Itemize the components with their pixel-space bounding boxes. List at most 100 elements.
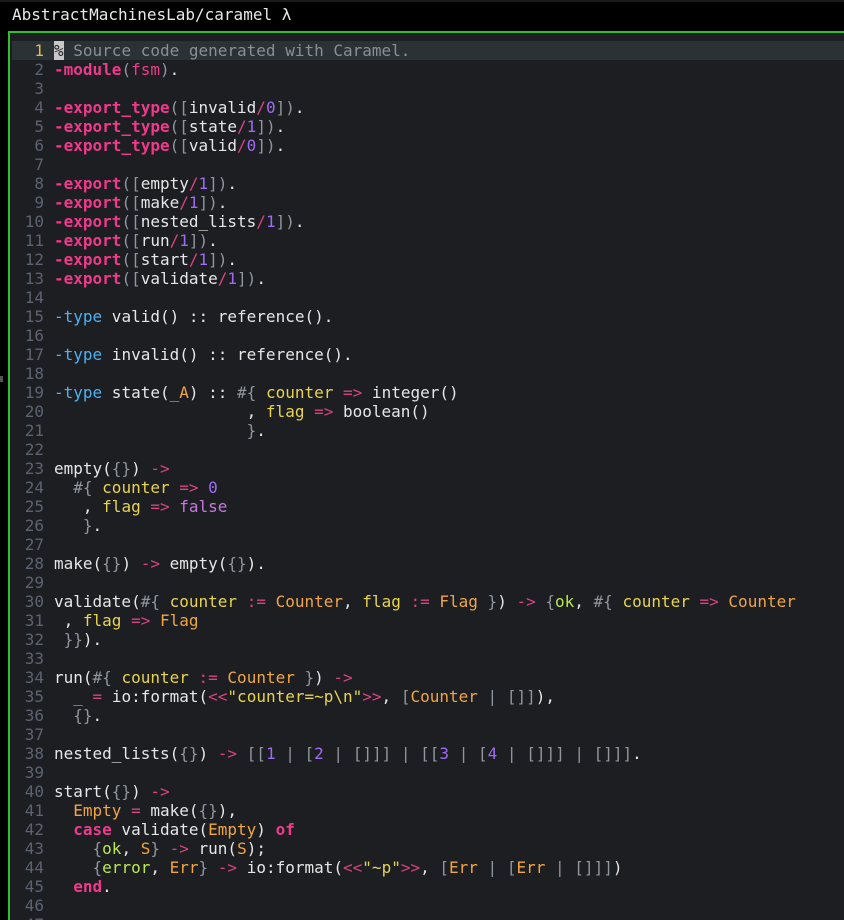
code-token: => — [699, 592, 719, 611]
code-token: case — [73, 820, 112, 839]
line-number: 46 — [24, 896, 44, 915]
code-line[interactable]: 29 — [12, 573, 844, 592]
code-token: . — [294, 98, 305, 117]
editor-pane[interactable]: 1% Source code generated with Caramel. 2-… — [8, 31, 844, 920]
code-line[interactable]: 31 , flag => Flag — [12, 611, 844, 630]
code-token: -> — [333, 668, 353, 687]
code-token: << — [208, 687, 228, 706]
code-token: / — [179, 193, 189, 212]
code-token: -export — [54, 174, 122, 193]
code-line[interactable]: 39 — [12, 763, 844, 782]
code-line[interactable]: 3 — [12, 79, 844, 98]
code-token: _A — [169, 383, 189, 402]
code-line[interactable]: 6 -export_type([valid/0]). — [12, 136, 844, 155]
code-line[interactable]: 35 _ = io:format(<<"counter=~p\n">>, [Co… — [12, 687, 844, 706]
code-line[interactable]: 36 {}. — [12, 706, 844, 725]
code-line[interactable]: 40 start({}) -> — [12, 782, 844, 801]
code-line[interactable]: 28 make({}) -> empty({}). — [12, 554, 844, 573]
code-line[interactable]: 23 empty({}) -> — [12, 459, 844, 478]
code-token: ]) — [256, 136, 276, 155]
code-editor[interactable]: 1% Source code generated with Caramel. 2-… — [12, 41, 844, 920]
code-line[interactable]: 42 case validate(Empty) of — [12, 820, 844, 839]
code-line[interactable]: 10 -export([nested_lists/1]). — [12, 212, 844, 231]
code-token: . — [217, 193, 228, 212]
code-line[interactable]: 46 — [12, 896, 844, 915]
code-line[interactable]: 12 -export([start/1]). — [12, 250, 844, 269]
code-token: 0 — [208, 478, 218, 497]
line-code: -export([start/1]). — [54, 250, 237, 269]
code-line[interactable]: 41 Empty = make({}), — [12, 801, 844, 820]
code-line[interactable]: 27 — [12, 535, 844, 554]
code-line[interactable]: 33 — [12, 649, 844, 668]
code-token: -> — [516, 592, 536, 611]
code-token: , — [574, 592, 594, 611]
code-line[interactable]: 47 — [12, 915, 844, 920]
code-line[interactable]: 45 end. — [12, 877, 844, 896]
line-number: 24 — [24, 478, 44, 497]
code-token: 3 — [439, 744, 450, 763]
code-line[interactable]: 13 -export([validate/1]). — [12, 269, 844, 288]
line-code: , flag => boolean() — [54, 402, 430, 421]
code-line[interactable]: 21 }. — [12, 421, 844, 440]
code-token: / — [237, 136, 247, 155]
line-code: % Source code generated with Caramel. — [54, 41, 410, 60]
code-line[interactable]: 9 -export([make/1]). — [12, 193, 844, 212]
code-line[interactable]: 22 — [12, 440, 844, 459]
code-token: [ — [400, 687, 411, 706]
code-token: counter — [169, 592, 238, 611]
code-line[interactable]: 44 {error, Err} -> io:format(<<"~p">>, [… — [12, 858, 844, 877]
code-token: invalid() :: reference(). — [102, 345, 353, 364]
code-line[interactable]: 30 validate(#{ counter := Counter, flag :… — [12, 592, 844, 611]
code-line[interactable]: 18 — [12, 364, 844, 383]
code-token: , — [420, 858, 440, 877]
code-line[interactable]: 43 {ok, S} -> run(S); — [12, 839, 844, 858]
code-token: validate( — [111, 820, 209, 839]
line-number: 9 — [34, 193, 44, 212]
code-token: | — [574, 744, 584, 763]
line-number: 12 — [24, 250, 44, 269]
code-line[interactable]: 24 #{ counter => 0 — [12, 478, 844, 497]
code-line[interactable]: 19 -type state(_A) :: #{ counter => integ… — [12, 383, 844, 402]
code-line[interactable]: 5 -export_type([state/1]). — [12, 117, 844, 136]
code-line[interactable]: 17 -type invalid() :: reference(). — [12, 345, 844, 364]
code-token: >> — [400, 858, 421, 877]
code-line[interactable]: 1% Source code generated with Caramel. — [12, 41, 844, 60]
code-token: -> — [169, 839, 189, 858]
code-line[interactable]: 26 }. — [12, 516, 844, 535]
code-token: {} — [227, 554, 247, 573]
code-line[interactable]: 37 — [12, 725, 844, 744]
code-line[interactable]: 25 , flag => false — [12, 497, 844, 516]
code-line[interactable]: 20 , flag => boolean() — [12, 402, 844, 421]
code-line[interactable]: 7 — [12, 155, 844, 174]
line-number: 19 — [24, 383, 44, 402]
code-token: ([ — [169, 136, 189, 155]
code-line[interactable]: 4 -export_type([invalid/0]). — [12, 98, 844, 117]
code-token: -export — [54, 193, 122, 212]
line-number: 11 — [24, 231, 44, 250]
code-line[interactable]: 15 -type valid() :: reference(). — [12, 307, 844, 326]
code-token: flag — [362, 592, 401, 611]
code-line[interactable]: 32 }}). — [12, 630, 844, 649]
code-token: -export — [54, 250, 122, 269]
code-line[interactable]: 14 — [12, 288, 844, 307]
code-token: [[ — [420, 744, 440, 763]
code-token: ([ — [121, 250, 141, 269]
line-code: -export_type([state/1]). — [54, 117, 285, 136]
code-token: , — [381, 687, 401, 706]
code-line[interactable]: 34 run(#{ counter := Counter }) -> — [12, 668, 844, 687]
line-code: }. — [54, 516, 102, 535]
line-code: {}. — [54, 706, 102, 725]
code-token: { — [92, 858, 103, 877]
code-token: ). — [82, 630, 103, 649]
code-token: -> — [217, 744, 238, 763]
code-line[interactable]: 16 — [12, 326, 844, 345]
code-line[interactable]: 8 -export([empty/1]). — [12, 174, 844, 193]
code-line[interactable]: 38 nested_lists({}) -> [[1 | [2 | []]] | … — [12, 744, 844, 763]
code-line[interactable]: 11 -export([run/1]). — [12, 231, 844, 250]
code-line[interactable]: 2 -module(fsm). — [12, 60, 844, 79]
